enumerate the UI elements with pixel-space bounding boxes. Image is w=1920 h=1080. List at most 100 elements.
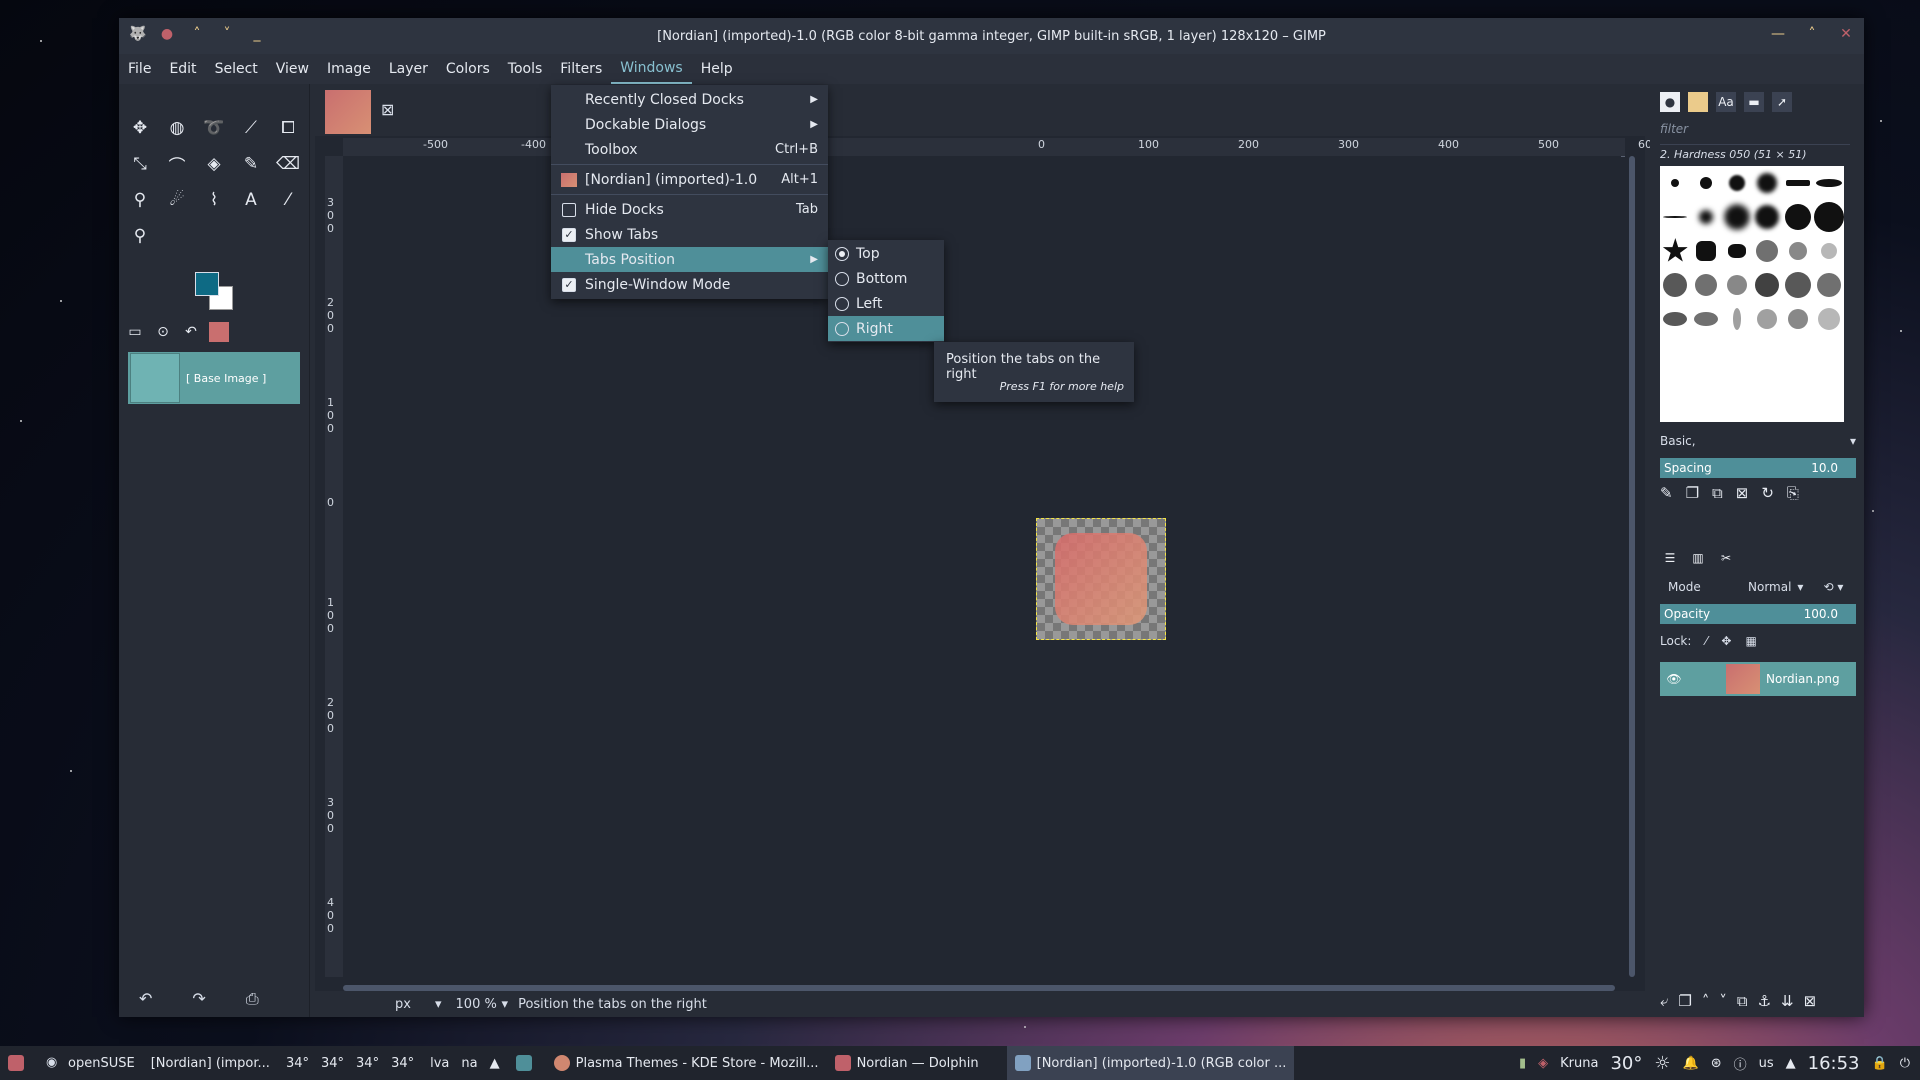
zoom-select[interactable]: 100 % [456, 997, 502, 1012]
update-icon[interactable]: ⊛ [1711, 1056, 1722, 1071]
image-canvas[interactable] [343, 156, 1621, 977]
minimize-button[interactable]: — [1770, 26, 1786, 42]
spacing-spinner[interactable]: Spacing 10.0 [1660, 458, 1856, 478]
power-icon[interactable]: ⏻ [1900, 1056, 1910, 1071]
warp-icon[interactable]: ⌒ [162, 150, 192, 178]
brush-swatch[interactable] [1755, 273, 1780, 297]
brush-filter-input[interactable]: filter [1660, 122, 1850, 145]
transform-icon[interactable]: ⤡ [125, 150, 155, 178]
nordian-image[interactable] [1036, 518, 1166, 640]
record-icon[interactable]: ● [159, 26, 175, 42]
menu-hide-docks[interactable]: Hide Docks Tab [551, 197, 828, 222]
chevron-down-icon[interactable]: ▾ [435, 997, 442, 1012]
tabs-position-left[interactable]: Left [828, 291, 944, 316]
brush-swatch[interactable] [1663, 273, 1688, 297]
fg-bg-colors[interactable] [195, 272, 245, 316]
chevron-up-icon[interactable]: ˄ [189, 26, 205, 42]
brush-swatch[interactable] [1784, 204, 1811, 230]
gimp-logo-icon[interactable]: 🐺 [129, 26, 146, 42]
task-dolphin[interactable]: Nordian — Dolphin [827, 1046, 987, 1080]
brush-swatch[interactable] [1727, 244, 1746, 258]
base-image-item[interactable]: [ Base Image ] [128, 352, 300, 404]
menu-tabs-position[interactable]: Tabs Position ▶ [551, 247, 828, 272]
menu-dockable-dialogs[interactable]: Dockable Dialogs ▶ [551, 112, 828, 137]
device-status-tab-icon[interactable]: ⊙ [153, 322, 173, 342]
foreground-color[interactable] [195, 272, 219, 296]
keyboard-widget[interactable]: lva na ▲ [422, 1046, 508, 1080]
raise-layer-icon[interactable]: ˄ [1702, 992, 1710, 1010]
menu-colors[interactable]: Colors [437, 55, 499, 83]
brush-swatch[interactable] [1820, 243, 1837, 259]
menu-view[interactable]: View [267, 55, 318, 83]
tabs-position-top[interactable]: Top [828, 241, 944, 266]
opacity-spinner[interactable]: Opacity 100.0 [1660, 604, 1856, 624]
menu-filters[interactable]: Filters [551, 55, 611, 83]
menu-single-window-mode[interactable]: ✓ Single-Window Mode [551, 272, 828, 297]
vertical-ruler[interactable]: 3 0 0 2 0 0 1 0 0 0 1 0 0 2 0 0 3 0 0 4 … [325, 156, 344, 977]
brush-swatch[interactable] [1815, 179, 1842, 187]
brush-swatch[interactable] [1693, 312, 1718, 326]
activity-switcher[interactable]: ◉ openSUSE [38, 1046, 143, 1080]
brush-swatch[interactable] [1757, 173, 1778, 193]
task-gimp[interactable]: [Nordian] (imported)-1.0 (RGB color ... [1006, 1046, 1295, 1080]
brush-swatch-selected[interactable] [1723, 204, 1750, 230]
brush-swatch[interactable] [1813, 202, 1844, 232]
channels-tab-icon[interactable]: ▥ [1688, 548, 1708, 568]
smudge-icon[interactable]: ☄ [162, 186, 192, 214]
undo-icon[interactable]: ↶ [139, 989, 152, 1009]
visibility-eye-icon[interactable]: 👁 [1660, 672, 1688, 686]
brush-swatch[interactable] [1755, 205, 1780, 229]
move-tool-icon[interactable]: ✥ [125, 114, 155, 142]
brush-swatch[interactable] [1728, 175, 1745, 191]
anchor-layer-icon[interactable]: ⚓ [1758, 992, 1771, 1010]
brush-swatch[interactable] [1698, 210, 1713, 224]
menu-select[interactable]: Select [206, 55, 267, 83]
menu-image-window[interactable]: [Nordian] (imported)-1.0 Alt+1 [551, 167, 828, 192]
task-firefox[interactable]: Plasma Themes - KDE Store - Mozill... [546, 1046, 827, 1080]
ellipse-select-icon[interactable]: ◍ [162, 114, 192, 142]
crop-icon[interactable]: ⧠ [273, 114, 303, 142]
brush-swatch[interactable] [1671, 179, 1680, 187]
fonts-tab-icon[interactable]: Aa [1716, 92, 1736, 112]
brush-swatch[interactable] [1757, 309, 1778, 329]
lock-icon[interactable]: 🔒 [1872, 1056, 1888, 1071]
brushes-tab-icon[interactable]: ● [1660, 92, 1680, 112]
brush-swatch[interactable] [1817, 308, 1840, 330]
lock-alpha-icon[interactable]: ▦ [1745, 634, 1756, 648]
images-tab-icon[interactable] [209, 322, 229, 342]
user-name[interactable]: Kruna [1560, 1056, 1598, 1071]
menu-edit[interactable]: Edit [160, 55, 205, 83]
menu-layer[interactable]: Layer [380, 55, 437, 83]
clone-icon[interactable]: ⚲ [125, 186, 155, 214]
path-icon[interactable]: ⌇ [199, 186, 229, 214]
app-launcher[interactable] [0, 1046, 38, 1080]
clock[interactable]: 16:53 [1808, 1053, 1860, 1074]
new-layer-icon[interactable]: ❐ [1678, 992, 1691, 1010]
eraser-icon[interactable]: ⌫ [273, 150, 303, 178]
brush-swatch[interactable] [1694, 274, 1717, 296]
bell-icon[interactable]: 🔔 [1683, 1056, 1699, 1071]
menu-show-tabs[interactable]: ✓ Show Tabs [551, 222, 828, 247]
keyboard-layout[interactable]: us [1759, 1056, 1774, 1071]
paths-tab-icon[interactable]: ✂ [1716, 548, 1736, 568]
lock-position-icon[interactable]: ✥ [1721, 634, 1731, 648]
refresh-icon[interactable]: ↻ [1761, 484, 1774, 502]
lower-layer-icon[interactable]: ˅ [1719, 992, 1727, 1010]
layers-tab-icon[interactable]: ☰ [1660, 548, 1680, 568]
duplicate-brush-icon[interactable]: ⧉ [1712, 484, 1723, 502]
layer-row[interactable]: 👁 Nordian.png [1660, 662, 1856, 696]
lock-pixels-icon[interactable]: ⁄ [1705, 634, 1707, 648]
color-picker-icon[interactable]: ⁄ [273, 186, 303, 214]
battery-icon[interactable]: ▮ [1519, 1056, 1526, 1071]
bucket-fill-icon[interactable]: ◈ [199, 150, 229, 178]
menu-image[interactable]: Image [318, 55, 380, 83]
tabs-position-bottom[interactable]: Bottom [828, 266, 944, 291]
clear-history-icon[interactable]: ⎙ [246, 989, 259, 1009]
vertical-scrollbar[interactable] [1629, 156, 1635, 977]
weather-temp[interactable]: 30° [1610, 1053, 1642, 1074]
patterns-tab-icon[interactable] [1688, 92, 1708, 112]
reset-mode-icon[interactable]: ⟲ ▾ [1823, 580, 1843, 594]
image-tab-thumbnail[interactable] [325, 90, 371, 134]
brush-swatch[interactable] [1732, 308, 1741, 330]
brush-swatch[interactable] [1756, 240, 1779, 262]
